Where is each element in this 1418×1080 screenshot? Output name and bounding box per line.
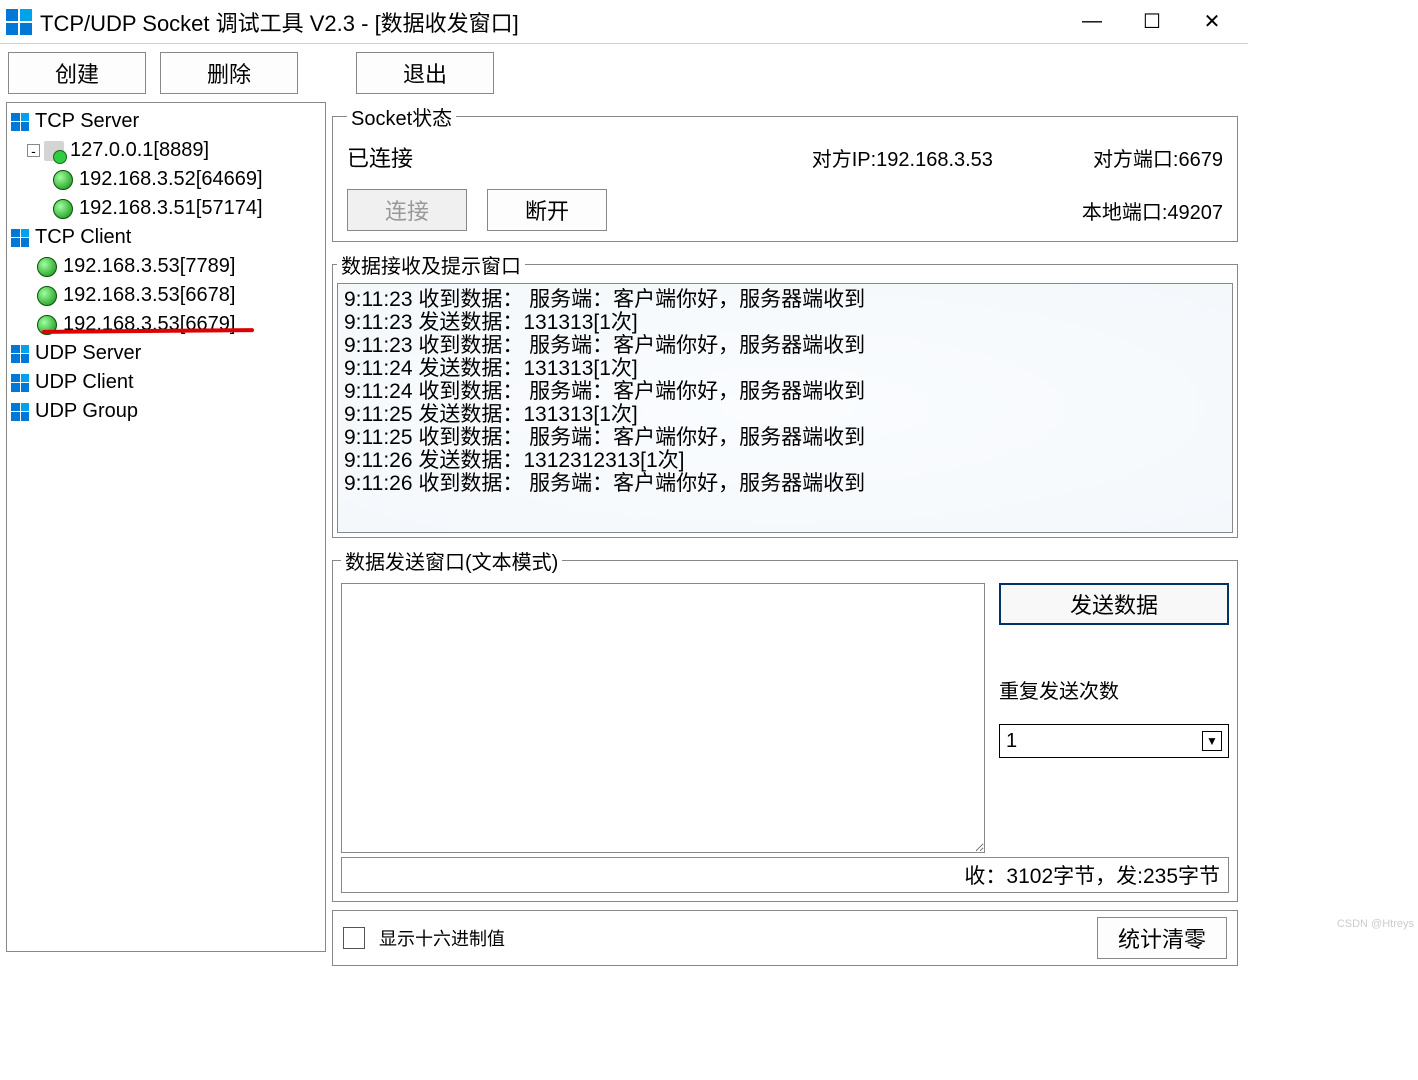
- log-line: 9:11:24 发送数据：131313[1次]: [344, 357, 1226, 380]
- hex-checkbox[interactable]: [343, 927, 365, 949]
- receive-group: 数据接收及提示窗口 9:11:23 收到数据： 服务端：客户端你好，服务器端收到…: [332, 250, 1238, 538]
- disconnect-button[interactable]: 断开: [487, 189, 607, 231]
- send-button[interactable]: 发送数据: [999, 583, 1229, 625]
- tree-udp-server[interactable]: UDP Server: [7, 339, 325, 368]
- tree-udp-group[interactable]: UDP Group: [7, 397, 325, 426]
- exit-button[interactable]: 退出: [356, 52, 494, 94]
- delete-button[interactable]: 删除: [160, 52, 298, 94]
- server-icon: [44, 141, 64, 161]
- connection-tree[interactable]: TCP Server -127.0.0.1[8889] 192.168.3.52…: [6, 102, 326, 952]
- titlebar: TCP/UDP Socket 调试工具 V2.3 - [数据收发窗口] — ☐ …: [0, 0, 1248, 44]
- tree-server-child-0[interactable]: 192.168.3.52[64669]: [7, 165, 325, 194]
- log-line: 9:11:26 收到数据： 服务端：客户端你好，服务器端收到: [344, 472, 1226, 495]
- peer-ip-label: 对方IP:192.168.3.53: [812, 143, 993, 172]
- chevron-down-icon: ▼: [1202, 731, 1222, 751]
- log-line: 9:11:23 发送数据：131313[1次]: [344, 311, 1226, 334]
- log-line: 9:11:25 发送数据：131313[1次]: [344, 403, 1226, 426]
- tree-client-child-0[interactable]: 192.168.3.53[7789]: [7, 252, 325, 281]
- byte-stats: 收：3102字节，发:235字节: [341, 857, 1229, 893]
- status-dot-icon: [53, 199, 73, 219]
- toolbar: 创建 删除 退出: [0, 44, 1248, 102]
- close-button[interactable]: ✕: [1182, 7, 1242, 37]
- app-icon: [6, 9, 32, 35]
- status-dot-icon: [37, 257, 57, 277]
- maximize-button[interactable]: ☐: [1122, 7, 1182, 37]
- send-group: 数据发送窗口(文本模式) 发送数据 重复发送次数 1 ▼ 收：3102字节，发:…: [332, 546, 1238, 902]
- tree-tcp-client[interactable]: TCP Client: [7, 223, 325, 252]
- status-dot-icon: [37, 286, 57, 306]
- log-line: 9:11:23 收到数据： 服务端：客户端你好，服务器端收到: [344, 288, 1226, 311]
- connect-button[interactable]: 连接: [347, 189, 467, 231]
- tree-server-child-1[interactable]: 192.168.3.51[57174]: [7, 194, 325, 223]
- minimize-button[interactable]: —: [1062, 7, 1122, 37]
- send-textarea[interactable]: [341, 583, 985, 853]
- hex-label: 显示十六进制值: [379, 925, 505, 951]
- peer-port-label: 对方端口:6679: [1093, 143, 1223, 172]
- clear-stats-button[interactable]: 统计清零: [1097, 917, 1227, 959]
- connection-state: 已连接: [347, 141, 413, 173]
- send-legend: 数据发送窗口(文本模式): [341, 546, 562, 575]
- log-line: 9:11:24 收到数据： 服务端：客户端你好，服务器端收到: [344, 380, 1226, 403]
- window-title: TCP/UDP Socket 调试工具 V2.3 - [数据收发窗口]: [40, 6, 519, 38]
- log-line: 9:11:23 收到数据： 服务端：客户端你好，服务器端收到: [344, 334, 1226, 357]
- receive-legend: 数据接收及提示窗口: [337, 250, 525, 279]
- socket-status-legend: Socket状态: [347, 102, 456, 131]
- local-port-label: 本地端口:49207: [1082, 196, 1223, 225]
- tree-client-child-1[interactable]: 192.168.3.53[6678]: [7, 281, 325, 310]
- watermark: CSDN @Htreys: [1337, 918, 1414, 930]
- receive-log[interactable]: 9:11:23 收到数据： 服务端：客户端你好，服务器端收到9:11:23 发送…: [337, 283, 1233, 533]
- repeat-count-combo[interactable]: 1 ▼: [999, 724, 1229, 758]
- repeat-label: 重复发送次数: [999, 675, 1229, 704]
- socket-status-group: Socket状态 已连接 对方IP:192.168.3.53 对方端口:6679…: [332, 102, 1238, 242]
- tree-server-node[interactable]: -127.0.0.1[8889]: [7, 136, 325, 165]
- log-line: 9:11:26 发送数据：1312312313[1次]: [344, 449, 1226, 472]
- create-button[interactable]: 创建: [8, 52, 146, 94]
- tree-udp-client[interactable]: UDP Client: [7, 368, 325, 397]
- status-dot-icon: [53, 170, 73, 190]
- tree-tcp-server[interactable]: TCP Server: [7, 107, 325, 136]
- bottom-bar: 显示十六进制值 统计清零: [332, 910, 1238, 966]
- log-line: 9:11:25 收到数据： 服务端：客户端你好，服务器端收到: [344, 426, 1226, 449]
- tree-client-child-2[interactable]: 192.168.3.53[6679]: [7, 310, 325, 339]
